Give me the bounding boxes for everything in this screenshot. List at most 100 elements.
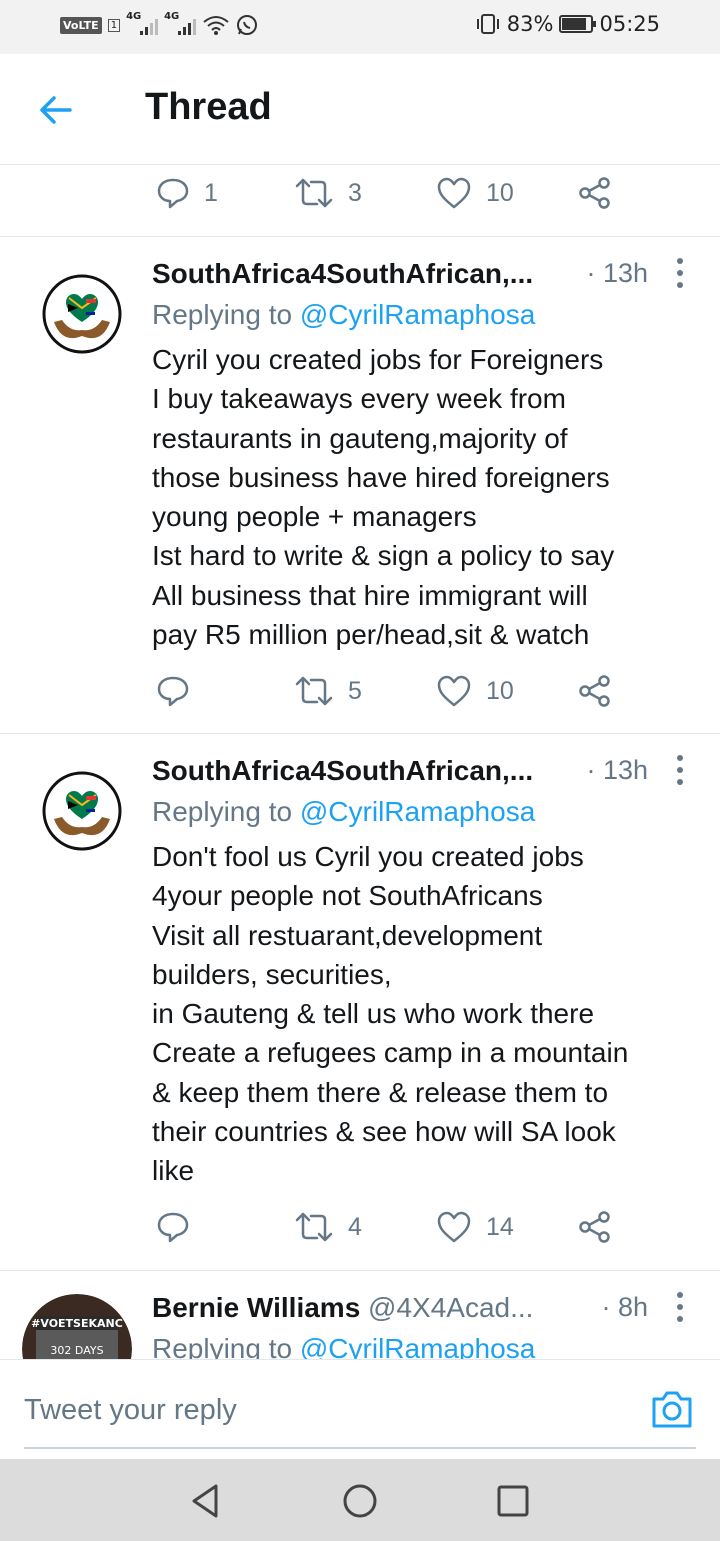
- volte-badge: VoLTE: [60, 16, 102, 34]
- avatar[interactable]: [40, 272, 124, 356]
- app-header: Thread: [0, 54, 720, 165]
- replying-to-label: Replying to: [152, 796, 300, 827]
- replying-to-label: Replying to: [152, 299, 300, 330]
- avatar-caption: 302 DAYS: [50, 1344, 103, 1357]
- vertical-dots-icon[interactable]: [670, 753, 690, 787]
- heart-icon: [437, 1211, 471, 1243]
- reply-count: 1: [204, 178, 218, 207]
- retweet-count: 3: [348, 178, 362, 207]
- arrow-left-icon[interactable]: [36, 90, 76, 130]
- share-icon: [579, 177, 610, 209]
- speech-bubble-icon: [157, 178, 189, 209]
- status-bar: VoLTE 1 4G 4G 83% 05:25: [0, 0, 720, 54]
- square-recents-icon[interactable]: [493, 1481, 533, 1521]
- tweet-line: restaurants in gauteng,majority of: [152, 422, 568, 454]
- tweet-actions: 5 10: [0, 674, 720, 714]
- tweet-time: · 8h: [601, 1292, 648, 1322]
- display-name[interactable]: SouthAfrica4SouthAfrican,...: [152, 258, 533, 290]
- share-action[interactable]: [578, 176, 612, 210]
- tweet-line: All business that hire immigrant will: [152, 579, 588, 611]
- share-action[interactable]: [578, 1210, 612, 1244]
- vertical-dots-icon[interactable]: [670, 1292, 690, 1324]
- speech-bubble-icon: [157, 676, 189, 707]
- share-icon: [579, 675, 610, 707]
- avatar[interactable]: [40, 769, 124, 853]
- avatar[interactable]: #VOETSEKANC 302 DAYS: [22, 1294, 132, 1359]
- battery-fill: [562, 18, 586, 30]
- tweet-time: · 13h: [586, 755, 648, 785]
- reply-underline: [24, 1447, 696, 1449]
- retweet-action[interactable]: 3: [294, 176, 362, 210]
- network-type: 4G: [126, 11, 142, 22]
- retweet-action[interactable]: 5: [294, 674, 362, 708]
- tweet-line: 4your people not SouthAfricans: [152, 880, 543, 912]
- tweet-line: & keep them there & release them to: [152, 1076, 609, 1108]
- like-action[interactable]: 10: [436, 674, 514, 708]
- signal-icon: 4G: [164, 11, 197, 35]
- divider: [0, 236, 720, 237]
- tweet-header: SouthAfrica4SouthAfrican,... · 13h: [152, 258, 720, 294]
- heart-icon: [437, 177, 471, 209]
- tweet-line: Visit all restuarant,development: [152, 919, 543, 951]
- battery-icon: [559, 15, 597, 33]
- battery-percent: 83%: [506, 12, 554, 36]
- retweet-count: 5: [348, 676, 362, 705]
- tweet-line: pay R5 million per/head,sit & watch: [152, 619, 590, 651]
- retweet-icon: [295, 178, 333, 208]
- tweet-item[interactable]: #VOETSEKANC 302 DAYS Bernie Williams @4X…: [0, 1292, 720, 1359]
- triangle-back-icon[interactable]: [186, 1481, 226, 1521]
- replying-to-label: Replying to: [152, 1333, 300, 1359]
- replying-to: Replying to @CyrilRamaphosa: [152, 299, 535, 331]
- tweet-actions: 1 3 10: [0, 176, 720, 216]
- avatar-image-icon: #VOETSEKANC 302 DAYS: [22, 1294, 132, 1359]
- like-count: 10: [486, 178, 514, 207]
- display-name[interactable]: Bernie Williams @4X4Acad...: [152, 1292, 533, 1324]
- reply-input[interactable]: Tweet your reply: [24, 1394, 237, 1427]
- avatar-caption: #VOETSEKANC: [31, 1317, 123, 1330]
- retweet-icon: [295, 1212, 333, 1242]
- mention-link[interactable]: @CyrilRamaphosa: [300, 1333, 535, 1359]
- avatar-logo-icon: [41, 273, 123, 355]
- divider: [0, 733, 720, 734]
- reply-action[interactable]: 1: [156, 176, 218, 210]
- status-right: 83% 05:25: [475, 12, 660, 36]
- share-action[interactable]: [578, 674, 612, 708]
- system-nav-bar: [0, 1459, 720, 1541]
- like-action[interactable]: 14: [436, 1210, 514, 1244]
- tweet-line: Ist hard to write & sign a policy to say: [152, 540, 615, 572]
- tweet-time: · 13h: [586, 258, 648, 288]
- wifi-icon: [203, 16, 229, 35]
- tweet-line: Cyril you created jobs for Foreigners: [152, 344, 604, 375]
- display-name-text: Bernie Williams: [152, 1292, 361, 1323]
- reply-action[interactable]: [156, 1210, 204, 1244]
- tweet-line: like: [152, 1155, 195, 1187]
- tweet-line: I buy takeaways every week from: [152, 383, 566, 415]
- status-left: VoLTE 1 4G 4G: [60, 11, 258, 36]
- tweet-actions: 4 14: [0, 1210, 720, 1250]
- reply-composer: Tweet your reply: [0, 1359, 720, 1459]
- tweet-line: their countries & see how will SA look: [152, 1116, 616, 1148]
- vibrate-icon: [476, 14, 499, 34]
- retweet-action[interactable]: 4: [294, 1210, 362, 1244]
- page-title: Thread: [145, 86, 272, 128]
- tweet-header: Bernie Williams @4X4Acad... · 8h: [152, 1292, 720, 1328]
- mention-link[interactable]: @CyrilRamaphosa: [300, 299, 535, 330]
- divider: [0, 1270, 720, 1271]
- display-name[interactable]: SouthAfrica4SouthAfrican,...: [152, 755, 533, 787]
- whatsapp-icon: [237, 15, 258, 35]
- like-action[interactable]: 10: [436, 176, 514, 210]
- circle-home-icon[interactable]: [340, 1481, 380, 1521]
- tweet-line: builders, securities,: [152, 958, 392, 990]
- user-handle: @4X4Acad...: [368, 1292, 534, 1323]
- speech-bubble-icon: [157, 1212, 189, 1243]
- tweet-line: Create a refugees camp in a mountain: [152, 1037, 629, 1069]
- like-count: 10: [486, 676, 514, 705]
- network-type: 4G: [164, 11, 180, 22]
- camera-icon[interactable]: [650, 1388, 694, 1430]
- reply-action[interactable]: [156, 674, 204, 708]
- heart-icon: [437, 675, 471, 707]
- vertical-dots-icon[interactable]: [670, 256, 690, 290]
- mention-link[interactable]: @CyrilRamaphosa: [300, 796, 535, 827]
- tweet-text: Cyril you created jobs for Foreigners I …: [152, 340, 690, 654]
- like-count: 14: [486, 1212, 514, 1241]
